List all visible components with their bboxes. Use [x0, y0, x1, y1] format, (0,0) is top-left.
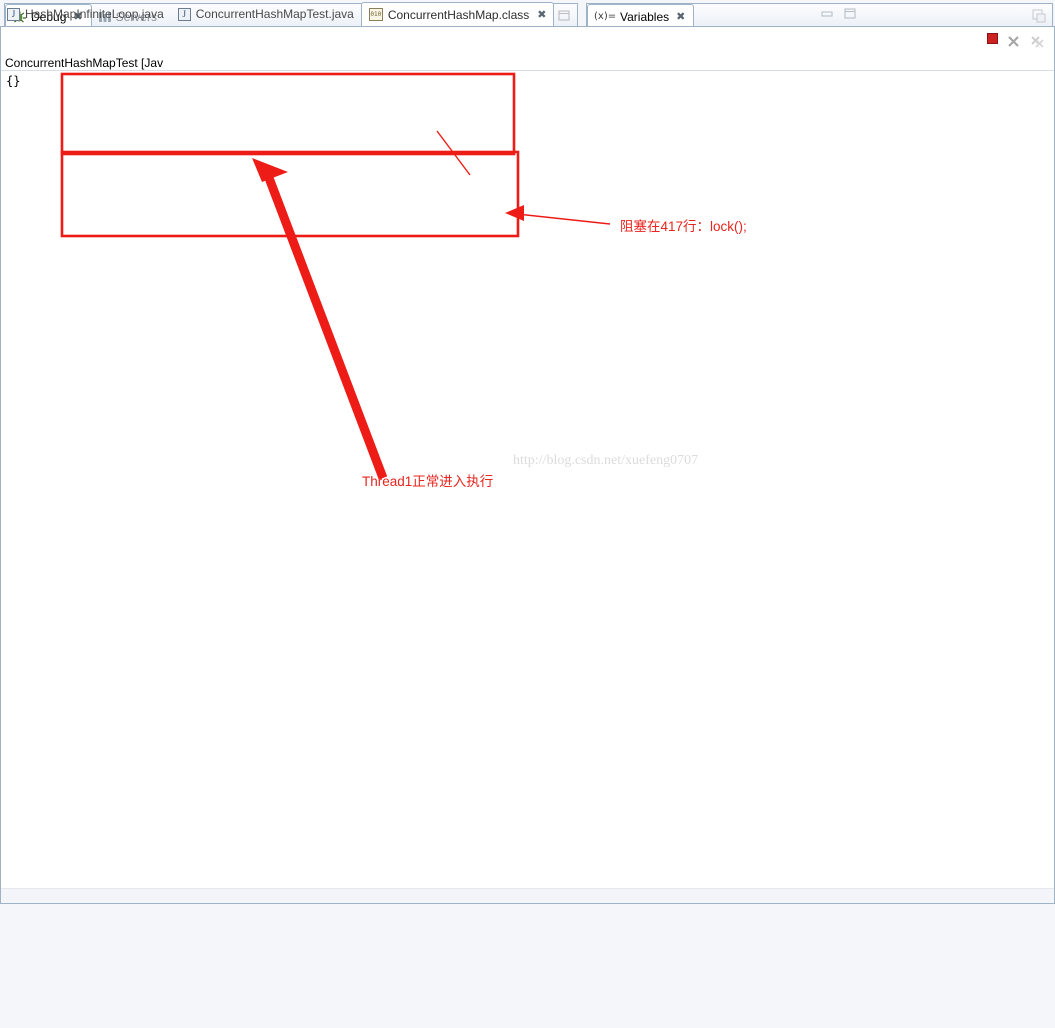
stop-icon[interactable] [987, 33, 998, 44]
collapse-all-icon[interactable] [1030, 7, 1047, 24]
variables-view-toolbar [1030, 7, 1047, 24]
annotation-thread1-note: Thread1正常进入执行 [362, 474, 494, 489]
watermark-text: http://blog.csdn.net/xuefeng0707 [513, 453, 699, 468]
tab-hashmapinfiniteloop-java[interactable]: J HashMapInfiniteLoop.java [0, 2, 171, 26]
editor-tabstrip: J HashMapInfiniteLoop.java J ConcurrentH… [0, 0, 862, 26]
console-toolbar [1, 27, 1054, 54]
maximize-icon[interactable] [841, 5, 858, 22]
tab-label: HashMapInfiniteLoop.java [25, 7, 164, 21]
editor-tools [818, 5, 858, 22]
console-title: ConcurrentHashMapTest [Jav [1, 54, 1054, 71]
tab-label: ConcurrentHashMapTest.java [195, 7, 354, 21]
remove-all-launches-icon[interactable] [1029, 33, 1046, 50]
class-file-icon: 010 [368, 8, 383, 21]
tab-label: ConcurrentHashMap.class [387, 7, 530, 22]
java-file-icon: J [177, 7, 191, 21]
java-file-icon: J [7, 7, 20, 21]
console-view: Con... ✖ Outli... T [0, 26, 1055, 1028]
tab-concurrenthashmaptest-java[interactable]: J ConcurrentHashMapTest.java [171, 2, 361, 26]
tab-concurrenthashmap-class[interactable]: 010 ConcurrentHashMap.class ✖ [360, 2, 555, 26]
console-output: {} [6, 74, 21, 88]
minimize-icon[interactable] [818, 5, 835, 22]
console-hscrollbar[interactable] [1, 888, 1054, 903]
close-icon[interactable]: ✖ [537, 8, 546, 21]
remove-launch-icon[interactable] [1005, 33, 1022, 50]
annotation-blocked-note: 阻塞在417行：lock(); [620, 219, 747, 234]
